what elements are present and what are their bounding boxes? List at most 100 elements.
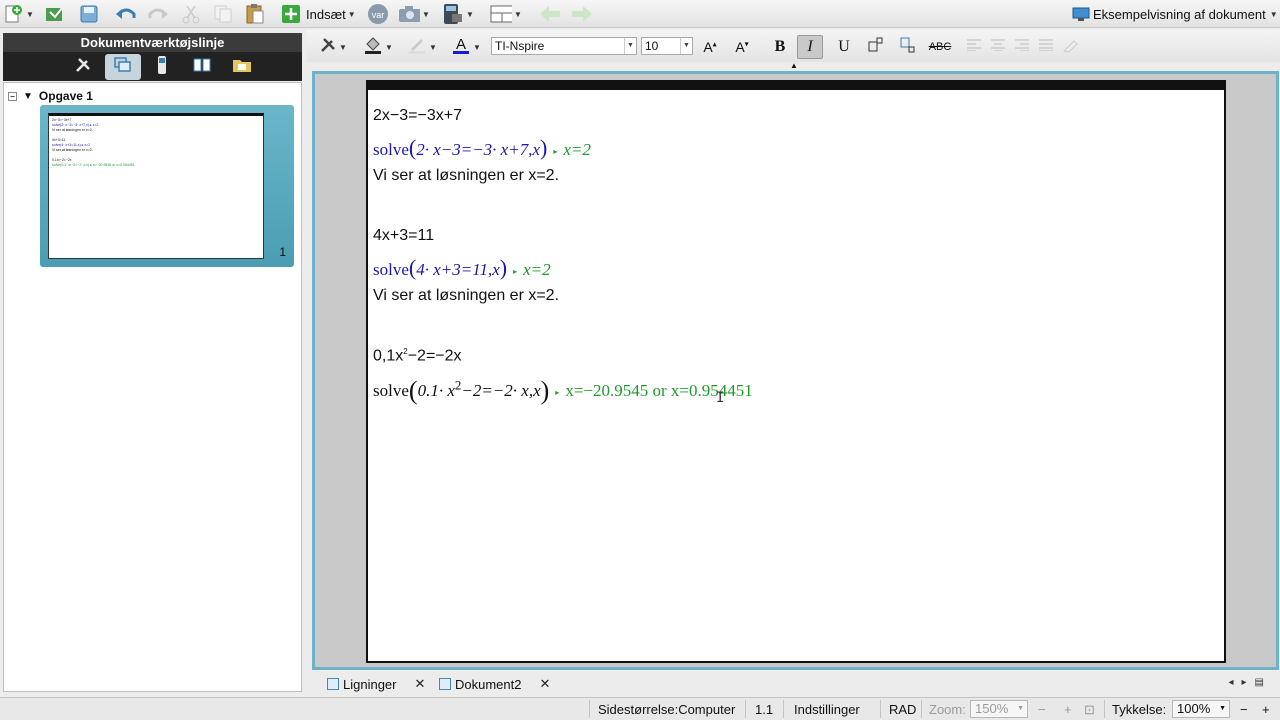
new-document-button[interactable]: ▼ bbox=[2, 2, 34, 26]
decrease-font-button[interactable]: A▾ bbox=[729, 35, 755, 59]
tab-emulator[interactable] bbox=[144, 54, 180, 80]
align-right-icon bbox=[1015, 38, 1029, 56]
line-color-button[interactable]: ▼ bbox=[403, 35, 441, 59]
tab-utilities[interactable] bbox=[184, 54, 220, 80]
calculator-icon bbox=[442, 3, 464, 25]
page-size-status[interactable]: Sidestørrelse:Computer bbox=[598, 702, 735, 717]
document-toolbar-panel: Dokumentværktøjslinje − ▼ Opgave 1 2x−3=… bbox=[0, 30, 305, 695]
font-size-select[interactable]: 10 ▼ bbox=[641, 37, 693, 55]
divider bbox=[921, 700, 922, 718]
thickness-select[interactable]: 100% ▼ bbox=[1172, 700, 1230, 718]
tab-content[interactable] bbox=[224, 54, 260, 80]
tab-dokument2[interactable]: Dokument2 ✕ bbox=[439, 675, 550, 693]
conclusion-1[interactable]: Vi ser at løsningen er x=2. bbox=[373, 167, 559, 185]
preview-icon bbox=[1072, 3, 1090, 25]
page-sorter-icon bbox=[113, 56, 133, 77]
equation-1[interactable]: 2x−3=−3x+7 bbox=[373, 107, 462, 125]
back-icon bbox=[538, 3, 560, 25]
tab-ligninger[interactable]: Ligninger ✕ bbox=[327, 675, 425, 693]
close-icon[interactable]: ✕ bbox=[415, 676, 426, 692]
eq3-part: 0,1x bbox=[373, 347, 404, 365]
back-button[interactable] bbox=[538, 2, 560, 26]
undo-button[interactable] bbox=[114, 2, 136, 26]
math-box-1[interactable]: solve(2· x−3=−3· x+7,x) ▸ x=2 bbox=[373, 135, 591, 161]
zoom-in-icon[interactable]: + bbox=[1064, 702, 1072, 717]
strikethrough-button[interactable]: ABC bbox=[925, 35, 955, 59]
font-select[interactable]: TI-Nspire ▼ bbox=[491, 37, 637, 55]
equation-3[interactable]: 0,1x2−2=−2x bbox=[373, 347, 462, 365]
zoom-select[interactable]: 150% ▼ bbox=[970, 700, 1028, 718]
chevron-down-icon: ▼ bbox=[1219, 705, 1226, 712]
folder-icon bbox=[232, 57, 252, 76]
zoom-out-icon[interactable]: − bbox=[1038, 702, 1046, 717]
align-center-button[interactable] bbox=[985, 35, 1011, 59]
page-layout-button[interactable]: ▼ bbox=[490, 2, 522, 26]
math-box-2[interactable]: solve(4· x+3=11,x) ▸ x=2 bbox=[373, 255, 551, 281]
close-icon[interactable]: ✕ bbox=[539, 676, 550, 692]
collapse-icon[interactable]: − bbox=[8, 91, 17, 101]
clear-format-button[interactable] bbox=[1057, 35, 1083, 59]
font-value: TI-Nspire bbox=[495, 39, 545, 53]
page-thumbnail[interactable]: 2x−3=−3x+7 solve(2· x−3=−3· x+7,x) ▸ x=2… bbox=[40, 105, 294, 267]
handheld-icon bbox=[156, 55, 168, 78]
page-layout-icon bbox=[490, 3, 512, 25]
open-button[interactable] bbox=[44, 2, 66, 26]
increase-font-button[interactable]: A▴ bbox=[697, 35, 723, 59]
save-button[interactable] bbox=[78, 2, 100, 26]
tab-navigation[interactable]: ◂▸▤ bbox=[1229, 677, 1273, 688]
var-button[interactable]: var bbox=[366, 2, 390, 26]
calculator-button[interactable]: ▼ bbox=[442, 2, 474, 26]
paste-button[interactable] bbox=[244, 2, 266, 26]
redo-button[interactable] bbox=[146, 2, 168, 26]
document-preview-menu[interactable]: Eksempelvisning af dokument ▼ bbox=[1072, 2, 1278, 26]
insert-menu[interactable]: Indsæt ▼ bbox=[280, 2, 356, 26]
tab-tools[interactable] bbox=[65, 54, 101, 80]
insert-label: Indsæt bbox=[306, 6, 346, 22]
document-icon bbox=[327, 678, 339, 690]
text-cursor-icon: I bbox=[716, 390, 725, 406]
screenshot-icon bbox=[398, 3, 420, 25]
preview-label: Eksempelvisning af dokument bbox=[1093, 6, 1266, 22]
cut-icon bbox=[180, 3, 202, 25]
solve-result: x=2 bbox=[563, 140, 591, 159]
underline-button[interactable]: U bbox=[831, 35, 857, 59]
cut-button[interactable] bbox=[180, 2, 202, 26]
forward-icon bbox=[570, 3, 592, 25]
problem-row[interactable]: − ▼ Opgave 1 bbox=[8, 89, 93, 103]
justify-icon bbox=[1039, 38, 1053, 56]
document-workspace: 2x−3=−3x+7 solve(2· x−3=−3· x+7,x) ▸ x=2 V… bbox=[312, 71, 1279, 670]
panel-title: Dokumentværktøjslinje bbox=[3, 33, 302, 52]
math-box-3[interactable]: solve(0.1· x2−2=−2· x,x) ▸ x=−20.9545 or x… bbox=[373, 376, 753, 406]
divider bbox=[783, 700, 784, 718]
copy-button[interactable] bbox=[212, 2, 234, 26]
angle-mode[interactable]: RAD bbox=[889, 702, 916, 717]
align-left-button[interactable] bbox=[961, 35, 987, 59]
screenshot-button[interactable]: ▼ bbox=[398, 2, 430, 26]
justify-button[interactable] bbox=[1033, 35, 1059, 59]
page-number: 1 bbox=[279, 245, 286, 259]
notes-page[interactable]: 2x−3=−3x+7 solve(2· x−3=−3· x+7,x) ▸ x=2 V… bbox=[366, 80, 1226, 663]
solve-args: 4· x+3=11,x bbox=[416, 260, 500, 279]
tab-page-sorter[interactable] bbox=[104, 53, 141, 80]
paren: ) bbox=[540, 135, 548, 160]
settings-button[interactable]: Indstillinger bbox=[794, 702, 860, 717]
align-right-button[interactable] bbox=[1009, 35, 1035, 59]
conclusion-2[interactable]: Vi ser at løsningen er x=2. bbox=[373, 287, 559, 305]
zoom-value: 150% bbox=[975, 701, 1009, 716]
fit-page-icon[interactable]: ⊡ bbox=[1084, 702, 1095, 718]
bold-button[interactable]: B bbox=[767, 35, 793, 59]
forward-button[interactable] bbox=[570, 2, 592, 26]
eraser-icon bbox=[1062, 37, 1078, 58]
subscript-button[interactable] bbox=[895, 35, 921, 59]
thickness-decrease-icon[interactable]: − bbox=[1240, 702, 1248, 717]
tools-menu-button[interactable]: ▼ bbox=[315, 35, 351, 59]
thickness-increase-icon[interactable]: + bbox=[1262, 702, 1270, 717]
equation-2[interactable]: 4x+3=11 bbox=[373, 227, 434, 245]
text-color-button[interactable]: A ▼ bbox=[447, 35, 485, 59]
fill-color-button[interactable]: ▼ bbox=[359, 35, 397, 59]
paren: ) bbox=[499, 255, 508, 280]
align-left-icon bbox=[967, 38, 981, 56]
page-sorter: − ▼ Opgave 1 2x−3=−3x+7 solve(2· x−3=−3·… bbox=[3, 82, 302, 692]
italic-button[interactable]: I bbox=[797, 35, 823, 59]
superscript-button[interactable] bbox=[863, 35, 889, 59]
